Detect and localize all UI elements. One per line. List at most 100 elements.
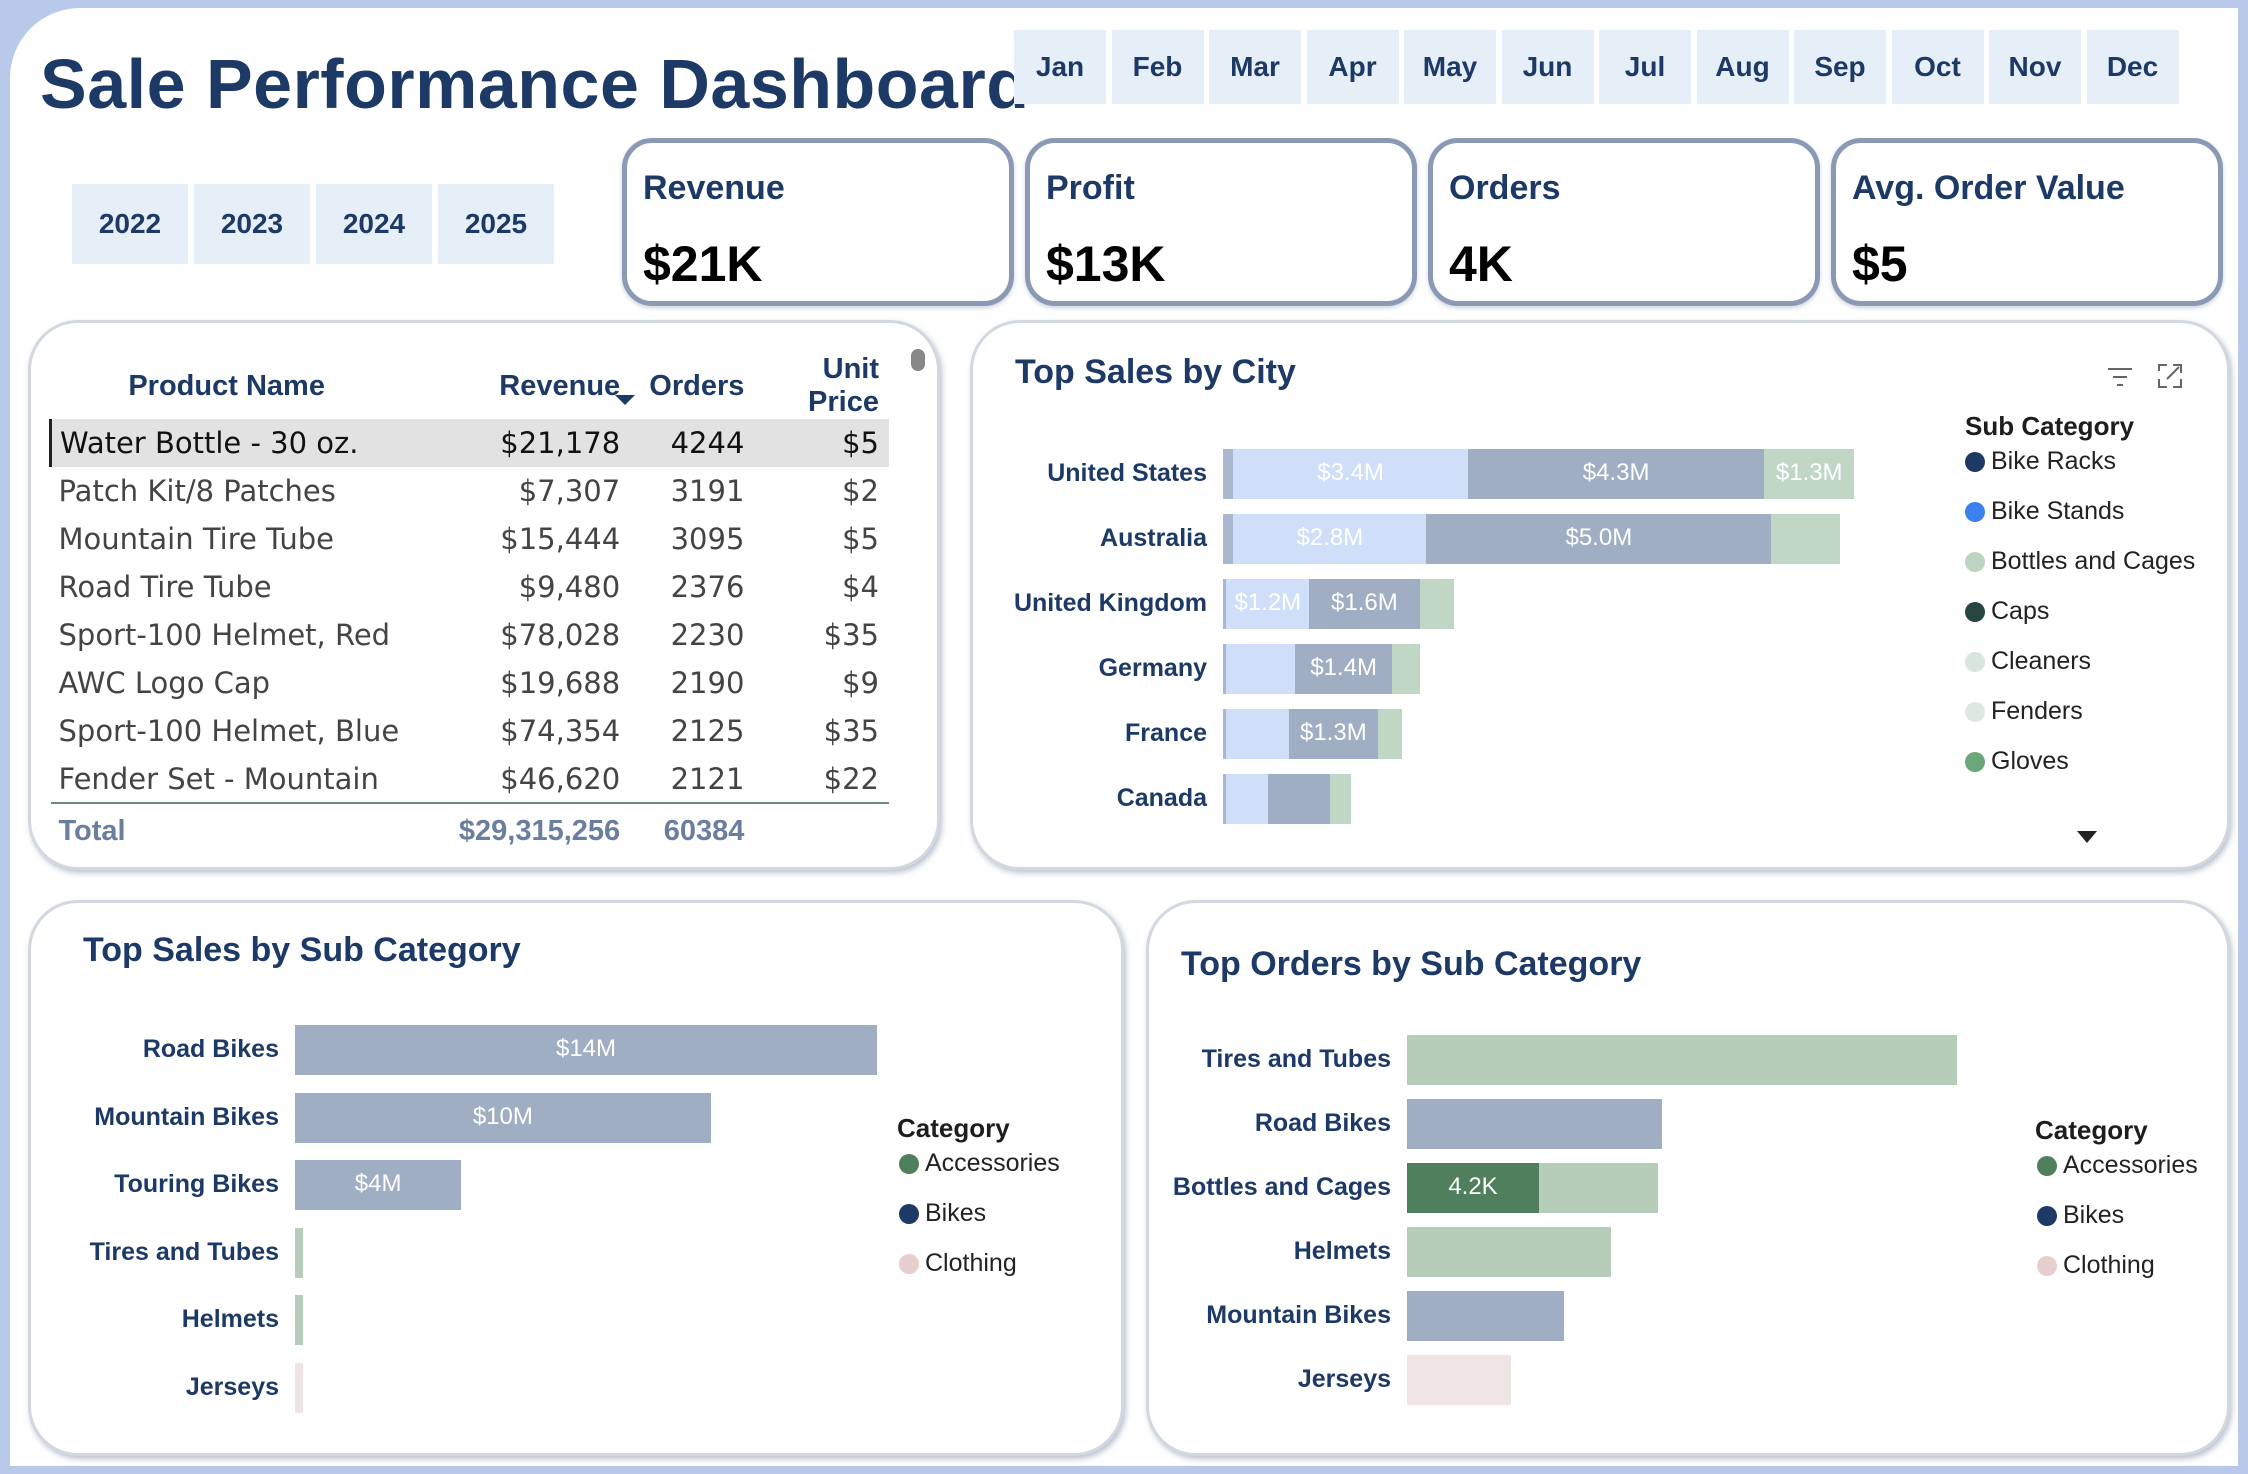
legend-label: Fenders (1991, 697, 2083, 725)
legend-item[interactable]: Caps (1965, 597, 2049, 626)
col-header-product-name[interactable]: Product Name (51, 353, 413, 419)
table-row[interactable]: Mountain Tire Tube $15,444 3095 $5 (51, 515, 890, 563)
legend-scroll-down-icon[interactable] (2077, 831, 2097, 843)
table-cell: 3191 (670, 474, 745, 508)
legend-marker-icon (2037, 1205, 2057, 1226)
kpi-label: Orders (1449, 169, 1561, 207)
bar-segment[interactable] (1329, 774, 1351, 824)
legend-marker-icon (899, 1253, 919, 1274)
bar-segment[interactable] (1407, 1035, 1957, 1085)
table-row[interactable]: Fender Set - Mountain $46,620 2121 $22 (51, 755, 890, 803)
month-button-apr[interactable]: Apr (1306, 30, 1399, 104)
bar-segment[interactable] (1407, 1099, 1662, 1149)
month-button-nov[interactable]: Nov (1989, 30, 2081, 104)
bar-data-label: 4.2K (1448, 1173, 1498, 1200)
legend-item[interactable]: Accessories (2037, 1151, 2198, 1180)
table-row[interactable]: Patch Kit/8 Patches $7,307 3191 $2 (51, 467, 890, 515)
subcat-orders-panel: Top Orders by Sub Category Tires and Tub… (1146, 900, 2230, 1456)
table-cell: $5 (842, 522, 879, 556)
table-cell: Patch Kit/8 Patches (58, 474, 336, 508)
bar-data-label: $1.6M (1331, 589, 1398, 616)
kpi-card-revenue: Revenue $21K (622, 138, 1014, 306)
table-row[interactable]: Water Bottle - 30 oz. $21,178 4244 $5 (48, 419, 889, 467)
bar-category-label: Helmets (181, 1305, 279, 1333)
month-button-oct[interactable]: Oct (1891, 30, 1984, 104)
legend-item[interactable]: Bikes (2037, 1201, 2124, 1230)
bar-segment[interactable] (1226, 644, 1296, 694)
legend-item[interactable]: Bike Racks (1965, 447, 2116, 476)
legend-item[interactable]: Gloves (1965, 747, 2069, 776)
bar-data-label: $1.4M (1310, 654, 1378, 681)
bar[interactable] (295, 1362, 303, 1413)
product-table-panel: Product Name Revenue Orders Unit Price W… (28, 320, 940, 870)
bar-category-label: Canada (1116, 784, 1207, 812)
month-button-aug[interactable]: Aug (1696, 30, 1789, 104)
table-scrollbar[interactable] (911, 349, 925, 371)
legend-item[interactable]: Cleaners (1965, 647, 2091, 676)
col-header-orders[interactable]: Orders (630, 353, 754, 419)
legend-item[interactable]: Fenders (1965, 697, 2083, 726)
sort-desc-icon[interactable] (615, 395, 635, 405)
year-button-2024[interactable]: 2024 (316, 184, 432, 264)
kpi-label: Revenue (643, 169, 785, 207)
focus-mode-icon[interactable] (2155, 361, 2185, 391)
legend-item[interactable]: Accessories (899, 1149, 1060, 1178)
bar-segment[interactable] (1378, 709, 1403, 759)
legend-item[interactable]: Bottles and Cages (1965, 547, 2195, 576)
legend-marker-icon (1965, 701, 1985, 722)
table-cell: $19,688 (500, 666, 621, 700)
bar-segment[interactable] (1407, 1355, 1511, 1405)
table-cell: Sport-100 Helmet, Blue (58, 714, 400, 748)
month-button-jul[interactable]: Jul (1599, 30, 1691, 104)
year-button-2025[interactable]: 2025 (438, 184, 554, 264)
month-button-mar[interactable]: Mar (1209, 30, 1301, 104)
legend-item[interactable]: Clothing (899, 1249, 1017, 1278)
bar-segment[interactable] (1771, 514, 1841, 564)
table-cell: $15,444 (500, 522, 621, 556)
table-cell: $74,354 (500, 714, 621, 748)
filter-icon[interactable] (2105, 365, 2135, 391)
year-button-2022[interactable]: 2022 (72, 184, 188, 264)
bar-segment[interactable] (1226, 709, 1289, 759)
bar-segment[interactable] (1391, 644, 1420, 694)
bar-segment[interactable] (1407, 1291, 1565, 1341)
month-button-feb[interactable]: Feb (1111, 30, 1204, 104)
bar-segment[interactable] (1539, 1163, 1659, 1213)
bar-segment[interactable] (1419, 579, 1455, 629)
kpi-value: 4K (1449, 236, 1513, 292)
bar-segment[interactable] (1407, 1227, 1612, 1277)
month-button-jun[interactable]: Jun (1501, 30, 1594, 104)
table-cell: $21,178 (412, 419, 631, 467)
legend-item[interactable]: Bikes (899, 1199, 986, 1228)
year-button-2023[interactable]: 2023 (194, 184, 310, 264)
legend-item[interactable]: Clothing (2037, 1251, 2155, 1280)
table-row[interactable]: Road Tire Tube $9,480 2376 $4 (51, 563, 890, 611)
city-chart-title: Top Sales by City (1015, 353, 1296, 391)
bar-segment[interactable] (1267, 774, 1330, 824)
bar-category-label: Mountain Bikes (1206, 1301, 1391, 1329)
table-row[interactable]: Sport-100 Helmet, Blue $74,354 2125 $35 (51, 707, 890, 755)
table-row[interactable]: AWC Logo Cap $19,688 2190 $9 (51, 659, 890, 707)
month-button-sep[interactable]: Sep (1794, 30, 1886, 104)
col-header-revenue[interactable]: Revenue (413, 353, 630, 419)
month-button-may[interactable]: May (1404, 30, 1496, 104)
month-button-jan[interactable]: Jan (1014, 30, 1106, 104)
legend-item[interactable]: Bike Stands (1965, 497, 2124, 526)
bar-segment[interactable] (1226, 774, 1268, 824)
legend-label: Accessories (925, 1149, 1060, 1177)
kpi-card-avg-order-value: Avg. Order Value $5 (1831, 138, 2223, 306)
table-cell: Road Tire Tube (58, 570, 272, 604)
bar-segment[interactable] (1223, 449, 1234, 499)
table-row[interactable]: Sport-100 Helmet, Red $78,028 2230 $35 (51, 611, 890, 659)
kpi-label: Avg. Order Value (1852, 169, 2125, 207)
bar[interactable] (295, 1295, 304, 1345)
bar-segment[interactable] (1223, 514, 1234, 564)
bar-category-label: Australia (1100, 524, 1207, 552)
col-header-unit-price[interactable]: Unit Price (754, 353, 889, 419)
month-button-dec[interactable]: Dec (2086, 30, 2179, 104)
legend-label: Bike Stands (1991, 497, 2125, 525)
subcat-sales-title: Top Sales by Sub Category (83, 931, 521, 969)
product-table: Product Name Revenue Orders Unit Price W… (48, 353, 890, 859)
bar-category-label: United States (1047, 459, 1207, 487)
bar[interactable] (295, 1227, 304, 1278)
